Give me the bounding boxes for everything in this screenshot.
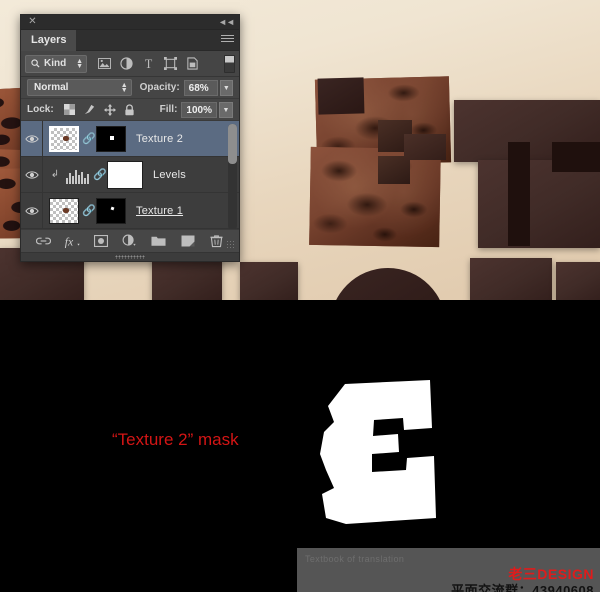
- thumbnail-content-speck: [63, 135, 70, 141]
- layer-list: 🔗 Texture 2 ↲ 🔗 Levels 🔗 Texture 1: [21, 120, 239, 230]
- filter-kind-label: Kind: [44, 58, 67, 69]
- artwork-choco-letter-right-hole2: [552, 142, 600, 172]
- layer-visibility-toggle[interactable]: [21, 192, 43, 229]
- layer-list-scrollbar[interactable]: [228, 124, 237, 230]
- fill-group: Fill: 100% ▼: [152, 101, 233, 118]
- layer-thumbnails: 🔗: [43, 125, 126, 152]
- layer-name-label[interactable]: Levels: [153, 169, 186, 181]
- layer-name-label[interactable]: Texture 1: [136, 205, 183, 217]
- layer-mask-thumbnail[interactable]: [96, 125, 126, 152]
- eye-icon: [24, 170, 39, 179]
- levels-histogram-icon[interactable]: [64, 166, 90, 184]
- watermark-qq-group: 平面交流群：43940608: [451, 583, 594, 592]
- new-layer-icon[interactable]: [178, 231, 198, 251]
- close-icon[interactable]: ✕: [27, 16, 38, 28]
- opacity-input[interactable]: 68%: [183, 79, 218, 96]
- layer-thumbnails: ↲ 🔗: [43, 160, 143, 189]
- lock-label: Lock:: [27, 104, 54, 115]
- lock-image-pixels-icon[interactable]: [80, 101, 100, 119]
- thumbnail-content-speck: [63, 207, 70, 213]
- watermark-subtitle: Textbook of translation: [305, 554, 405, 564]
- panel-menu-icon[interactable]: [221, 35, 234, 46]
- lock-transparent-pixels-icon[interactable]: [60, 101, 80, 119]
- layers-panel-footer: fx: [21, 229, 239, 252]
- clipping-mask-arrow-icon: ↲: [50, 169, 60, 180]
- mask-link-icon[interactable]: 🔗: [82, 132, 96, 145]
- panel-bottom-handle[interactable]: [21, 252, 239, 261]
- filter-adjustment-layers-icon[interactable]: [116, 54, 137, 74]
- opacity-dropdown-arrow[interactable]: ▼: [219, 79, 233, 96]
- layer-mask-shape: [320, 380, 436, 524]
- filter-kind-select[interactable]: Kind ▲ ▼: [25, 54, 87, 73]
- opacity-label: Opacity:: [139, 82, 180, 93]
- layer-row-texture-1[interactable]: 🔗 Texture 1: [21, 192, 239, 229]
- artwork-bottom-circle: [330, 268, 446, 300]
- layer-row-levels[interactable]: ↲ 🔗 Levels: [21, 156, 239, 193]
- search-icon: [31, 59, 40, 68]
- lock-all-icon[interactable]: [120, 101, 140, 119]
- link-layers-icon[interactable]: [33, 231, 53, 251]
- artwork-brownie-body: [309, 146, 441, 248]
- blend-mode-value: Normal: [34, 82, 69, 93]
- new-adjustment-layer-icon[interactable]: [120, 231, 140, 251]
- layer-style-fx-icon[interactable]: fx: [62, 231, 82, 251]
- layer-name-label[interactable]: Texture 2: [136, 133, 183, 145]
- mask-caption: “Texture 2” mask: [112, 430, 239, 449]
- artwork-choco-letter-right-stem: [478, 160, 600, 248]
- layer-filter-bar: Kind ▲ ▼ T: [21, 51, 239, 77]
- lock-bar: Lock: Fill: 100% ▼: [21, 99, 239, 121]
- blend-mode-bar: Normal ▲ ▼ Opacity: 68% ▼: [21, 77, 239, 99]
- svg-text:T: T: [145, 57, 153, 70]
- drag-dots-icon: [115, 255, 145, 259]
- new-group-icon[interactable]: [149, 231, 169, 251]
- layer-thumbnails: 🔗: [43, 197, 126, 224]
- eye-icon: [24, 134, 39, 143]
- filter-type-layers-icon[interactable]: T: [138, 54, 159, 74]
- panel-tab-bar: Layers: [21, 30, 239, 51]
- screenshot-root: “Texture 2” mask ✕ ◄◄ Layers Kind ▲ ▼ T …: [0, 0, 600, 592]
- layer-visibility-toggle[interactable]: [21, 120, 43, 157]
- layer-thumbnail[interactable]: [49, 197, 79, 224]
- blend-mode-select[interactable]: Normal ▲ ▼: [27, 79, 132, 96]
- layer-mask-thumbnail[interactable]: [96, 197, 126, 224]
- watermark-bar: Textbook of translation 老三DESIGN 平面交流群：4…: [297, 548, 600, 592]
- artwork-bottom-piece-5: [240, 262, 298, 300]
- filter-smart-object-icon[interactable]: [182, 54, 203, 74]
- layer-thumbnail[interactable]: [49, 125, 79, 152]
- tab-layers[interactable]: Layers: [21, 30, 77, 51]
- artwork-bottom-piece-4: [556, 262, 600, 300]
- mask-thumbnail-mark: [110, 206, 115, 211]
- add-layer-mask-icon[interactable]: [91, 231, 111, 251]
- chevron-updown-icon: ▲ ▼: [120, 81, 128, 94]
- mask-thumbnail-mark: [109, 136, 114, 141]
- artwork-bottom-piece-3: [470, 258, 552, 300]
- chevron-updown-icon: ▲ ▼: [76, 57, 83, 70]
- artwork-brownie-cutout-lower: [378, 156, 410, 184]
- eye-icon: [24, 206, 39, 215]
- layers-panel: ✕ ◄◄ Layers Kind ▲ ▼ T Normal ▲ ▼ Opacit…: [20, 14, 240, 262]
- filter-pixel-layers-icon[interactable]: [94, 54, 115, 74]
- mask-link-icon[interactable]: 🔗: [93, 168, 107, 181]
- delete-layer-icon[interactable]: [206, 231, 226, 251]
- layer-visibility-toggle[interactable]: [21, 156, 43, 193]
- lock-position-icon[interactable]: [100, 101, 120, 119]
- panel-resize-grip[interactable]: [226, 240, 236, 250]
- fill-label: Fill:: [159, 104, 178, 115]
- layer-row-texture-2[interactable]: 🔗 Texture 2: [21, 120, 239, 157]
- filter-shape-layers-icon[interactable]: [160, 54, 181, 74]
- scrollbar-thumb[interactable]: [228, 124, 237, 164]
- layer-mask-thumbnail[interactable]: [107, 160, 143, 189]
- filter-enable-toggle[interactable]: [224, 54, 235, 73]
- artwork-brownie-shadow-strip: [404, 134, 446, 160]
- svg-text:fx: fx: [65, 236, 74, 249]
- double-chevron-left-icon[interactable]: ◄◄: [218, 16, 235, 28]
- fill-dropdown-arrow[interactable]: ▼: [219, 101, 233, 118]
- artwork-choco-letter-right-hole: [508, 142, 530, 246]
- panel-titlebar: ✕ ◄◄: [21, 15, 239, 30]
- artwork-bottom-piece-2: [152, 256, 222, 300]
- artwork-brownie-notch-top: [317, 77, 365, 115]
- fill-input[interactable]: 100%: [181, 101, 217, 118]
- mask-link-icon[interactable]: 🔗: [82, 204, 96, 217]
